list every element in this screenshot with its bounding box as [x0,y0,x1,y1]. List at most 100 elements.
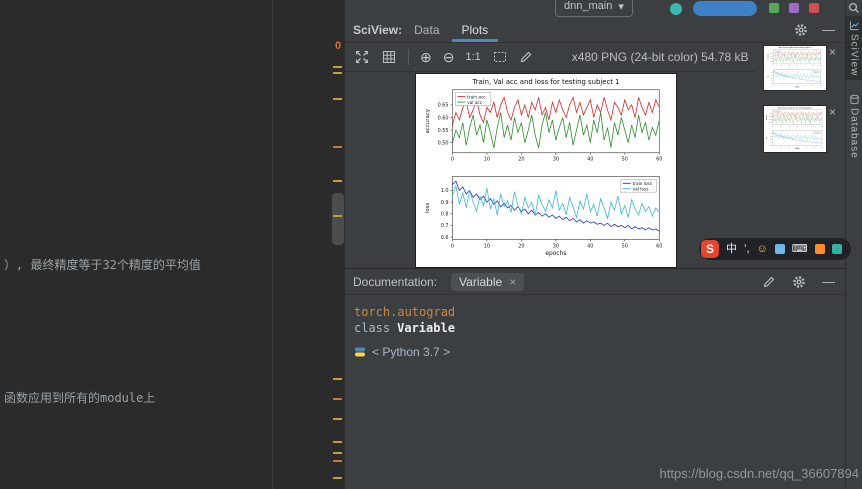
grid-icon[interactable] [381,49,397,65]
tab-variable-label: Variable [459,275,502,289]
actual-size-button[interactable]: 1:1 [465,51,480,63]
watermark: https://blog.csdn.net/qq_36607894 [660,466,860,481]
fit-to-view-icon[interactable] [354,49,370,65]
class-name: Variable [397,321,455,335]
stripe-tab-database[interactable]: Database [846,90,862,163]
stripe-mark[interactable] [333,378,342,380]
sogou-logo[interactable]: S [701,240,719,258]
svg-text:Train, Val acc and loss for te: Train, Val acc and loss for testing subj… [471,78,619,86]
svg-text:epochs: epochs [545,251,566,257]
class-signature: classVariable [354,321,455,335]
sciview-title: SciView: [353,23,402,37]
minimize-icon[interactable]: — [822,277,835,287]
skin-icon[interactable] [815,244,825,254]
svg-text:30: 30 [553,157,559,163]
svg-text:0.65: 0.65 [438,103,449,109]
svg-text:0: 0 [451,157,454,163]
inspections-widget[interactable]: 0 [335,40,341,52]
emoji-icon[interactable]: ☺ [757,243,768,255]
stripe-mark[interactable] [333,460,342,462]
editor-line: ）, 最终精度等于32个精度的平均值 [4,256,201,273]
svg-text:train acc: train acc [467,94,486,99]
svg-text:1.0: 1.0 [441,188,449,194]
svg-text:0.55: 0.55 [438,128,449,134]
python-runtime: < Python 3.7 > [354,345,450,359]
svg-text:10: 10 [484,243,490,249]
debug-button[interactable] [769,3,779,13]
tab-data-label: Data [414,23,439,37]
stripe-mark[interactable] [333,66,342,68]
chart-icon [849,20,860,31]
svg-text:30: 30 [553,243,559,249]
edit-source-icon[interactable] [762,275,776,289]
tab-plots[interactable]: Plots [452,17,499,42]
svg-text:40: 40 [587,243,593,249]
keyboard-icon[interactable]: ⌨ [792,243,808,255]
punctuation-mode-icon[interactable]: ’, [744,243,750,255]
gear-icon[interactable] [792,275,806,289]
stripe-mark[interactable] [333,452,342,454]
svg-text:10: 10 [484,157,490,163]
svg-text:train loss: train loss [633,181,652,186]
editor-scrollbar-stripe[interactable]: 0 [330,0,345,489]
documentation-content: torch.autograd classVariable < Python 3.… [345,295,845,489]
scrollbar-thumb[interactable] [332,193,344,245]
search-icon[interactable] [848,2,860,14]
plots-region: ⊕ ⊖ 1:1 x480 PNG (24-bit color) 54.78 kB… [345,43,845,268]
stripe-mark[interactable] [333,418,342,420]
svg-text:0.9: 0.9 [441,200,449,206]
stripe-tab-sciview-label: SciView [849,34,860,76]
image-info-label: x480 PNG (24-bit color) 54.78 kB [572,50,749,64]
tab-data[interactable]: Data [404,17,449,42]
documentation-header: Documentation: Variable × — [345,268,845,295]
svg-text:loss: loss [425,203,431,214]
stripe-mark[interactable] [333,398,342,400]
selection-icon[interactable] [492,49,508,65]
mic-icon[interactable] [775,244,785,254]
stripe-mark[interactable] [333,180,342,182]
main-toolbar-fragment: dnn_main ▾ [345,0,845,18]
stripe-mark[interactable] [333,215,342,217]
sciview-header: SciView: Data Plots — [345,17,845,43]
tab-plots-label: Plots [462,23,489,37]
svg-text:20: 20 [518,243,524,249]
close-icon[interactable]: × [829,106,836,118]
toolbar-separator [408,49,409,65]
zoom-out-icon[interactable]: ⊖ [443,50,455,64]
svg-text:60: 60 [656,157,662,163]
run-config-selector[interactable]: dnn_main ▾ [555,0,633,17]
stripe-mark[interactable] [333,98,342,100]
tab-variable[interactable]: Variable × [451,273,524,291]
close-icon[interactable]: × [829,46,836,58]
plot-image[interactable]: Train, Val acc and loss for testing subj… [415,73,677,268]
svg-text:40: 40 [587,157,593,163]
svg-text:20: 20 [518,157,524,163]
stop-button[interactable] [809,3,819,13]
code-editor[interactable]: ）, 最终精度等于32个精度的平均值 函数应用到所有的module上 [0,0,330,489]
svg-text:val loss: val loss [633,186,649,191]
run-config-label: dnn_main [564,0,612,12]
plots-canvas: Train, Val acc and loss for testing subj… [345,72,755,268]
ime-toolbar[interactable]: S 中 ’, ☺ ⌨ [699,238,851,260]
stripe-mark[interactable] [333,477,342,479]
stripe-mark[interactable] [333,441,342,443]
plot-thumbnails: Train, Val acc and loss for testing subj… [755,43,845,268]
minimize-icon[interactable]: — [822,25,835,35]
close-icon[interactable]: × [509,276,516,288]
stripe-mark[interactable] [333,146,342,148]
eyedropper-icon[interactable] [519,50,533,64]
plots-toolbar: ⊕ ⊖ 1:1 x480 PNG (24-bit color) 54.78 kB [345,43,755,72]
stripe-mark[interactable] [333,72,342,74]
module-link[interactable]: torch.autograd [354,305,455,319]
run-button[interactable] [693,1,757,16]
zoom-in-icon[interactable]: ⊕ [420,50,432,64]
gear-icon[interactable] [794,23,808,37]
toolbar-status-icon[interactable] [670,3,682,15]
plot-thumbnail[interactable]: Train, Val acc and loss for testing subj… [763,105,827,153]
stripe-tab-sciview[interactable]: SciView [846,16,862,80]
editor-line: 函数应用到所有的module上 [4,389,155,406]
lang-mode-icon[interactable]: 中 [726,243,737,255]
plot-thumbnail[interactable]: Train, Val acc and loss for testing subj… [763,45,827,91]
profiler-button[interactable] [789,3,799,13]
toolbox-icon[interactable] [832,244,842,254]
